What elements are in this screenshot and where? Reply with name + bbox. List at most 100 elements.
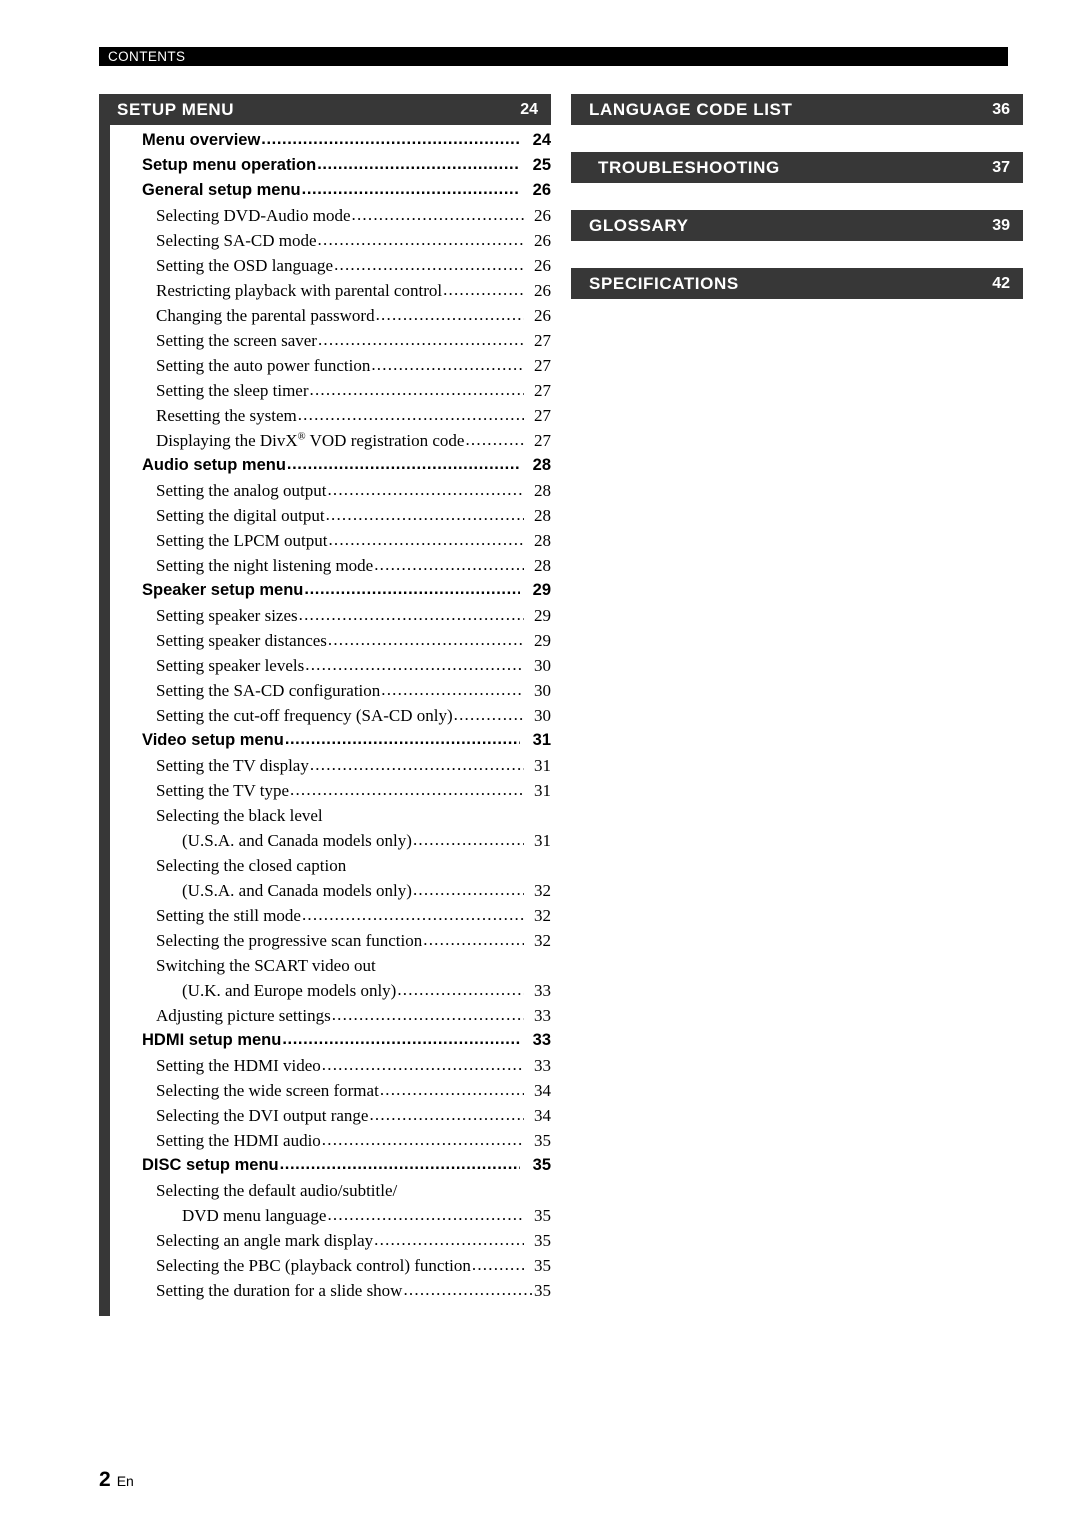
- right-section: LANGUAGE CODE LIST 36: [571, 94, 1023, 125]
- toc-entry[interactable]: Audio setup menu........................…: [110, 455, 551, 481]
- toc-entry[interactable]: Selecting DVD-Audio mode................…: [110, 205, 551, 231]
- toc-entry-text: Changing the parental password: [156, 306, 375, 325]
- left-vertical-rule: [99, 125, 110, 1316]
- toc-entry-text: Selecting the default audio/subtitle/: [156, 1181, 398, 1200]
- toc-entry[interactable]: Setting speaker sizes...................…: [110, 605, 551, 631]
- toc-entry[interactable]: (U.S.A. and Canada models only).........…: [110, 830, 551, 856]
- toc-entry-text: Setting the TV display: [156, 756, 309, 775]
- toc-entry[interactable]: Setting the still mode..................…: [110, 905, 551, 931]
- toc-entry[interactable]: Selecting the PBC (playback control) fun…: [110, 1255, 551, 1281]
- toc-leader-dots: ........................................…: [304, 580, 520, 598]
- toc-entry[interactable]: Adjusting picture settings..............…: [110, 1005, 551, 1031]
- toc-entry[interactable]: Setting the digital output..............…: [110, 505, 551, 531]
- toc-leader-dots: ........................................…: [327, 630, 524, 649]
- toc-leader-dots: ........................................…: [298, 605, 524, 624]
- section-bar-glossary[interactable]: GLOSSARY 39: [571, 210, 1023, 241]
- toc-entry[interactable]: Selecting the wide screen format........…: [110, 1080, 551, 1106]
- toc-entry[interactable]: Setting speaker distances...............…: [110, 630, 551, 656]
- section-bar-specifications[interactable]: SPECIFICATIONS 42: [571, 268, 1023, 299]
- toc-entry[interactable]: (U.K. and Europe models only)...........…: [110, 980, 551, 1006]
- toc-entry[interactable]: Video setup menu........................…: [110, 730, 551, 756]
- toc-entry[interactable]: Setting the sleep timer.................…: [110, 380, 551, 406]
- toc-entry-page: 24: [532, 131, 551, 149]
- toc-entry[interactable]: Switching the SCART video out...........…: [110, 956, 551, 981]
- section-bar-title: TROUBLESHOOTING: [598, 158, 780, 177]
- toc-entry[interactable]: General setup menu......................…: [110, 180, 551, 206]
- toc-entry-text: DVD menu language: [182, 1206, 327, 1225]
- toc-entry[interactable]: Setting the OSD language................…: [110, 255, 551, 281]
- toc-entry[interactable]: Selecting the black level...............…: [110, 806, 551, 831]
- toc-entry[interactable]: Setting the TV display..................…: [110, 755, 551, 781]
- toc-entry-page: 35: [534, 1281, 551, 1300]
- toc-entry-text: Selecting DVD-Audio mode: [156, 206, 351, 225]
- toc-entry-text: Setting the auto power function: [156, 356, 371, 375]
- toc-leader-dots: ........................................…: [301, 180, 520, 198]
- section-bar-troubleshooting[interactable]: TROUBLESHOOTING 37: [571, 152, 1023, 183]
- toc-entry[interactable]: Displaying the DivX® VOD registration co…: [110, 430, 551, 456]
- toc-entry[interactable]: Setting the SA-CD configuration.........…: [110, 680, 551, 706]
- toc-leader-dots: ........................................…: [279, 1155, 520, 1173]
- section-bar-setup-menu[interactable]: SETUP MENU 24: [99, 94, 551, 125]
- toc-entry[interactable]: Setting the HDMI audio..................…: [110, 1130, 551, 1156]
- toc-entry-text: Selecting the closed caption: [156, 856, 347, 875]
- toc-entry-text: Restricting playback with parental contr…: [156, 281, 443, 300]
- toc-entry-page: 32: [534, 906, 551, 925]
- toc-entry[interactable]: Changing the parental password..........…: [110, 305, 551, 331]
- toc-entry-text: General setup menu: [142, 181, 301, 199]
- registered-trademark-mark: ®: [297, 431, 306, 443]
- toc-entry[interactable]: Restricting playback with parental contr…: [110, 280, 551, 306]
- toc-entry[interactable]: Selecting the DVI output range..........…: [110, 1105, 551, 1131]
- toc-leader-dots: ........................................…: [327, 1205, 524, 1224]
- toc-entry[interactable]: Menu overview...........................…: [110, 130, 551, 156]
- toc-entry[interactable]: Setting the night listening mode........…: [110, 555, 551, 581]
- toc-entry[interactable]: Selecting SA-CD mode....................…: [110, 230, 551, 256]
- toc-entry[interactable]: Setting the TV type.....................…: [110, 780, 551, 806]
- toc-leader-dots: ........................................…: [465, 430, 524, 449]
- toc-entry-text: Setting the analog output: [156, 481, 327, 500]
- footer-language-code: En: [116, 1473, 134, 1489]
- toc-entry-page: 28: [532, 456, 551, 474]
- toc-entry-text: Setting the sleep timer: [156, 381, 309, 400]
- section-bar-language-code-list[interactable]: LANGUAGE CODE LIST 36: [571, 94, 1023, 125]
- section-bar-title: SETUP MENU: [117, 100, 235, 119]
- toc-entry[interactable]: Selecting the progressive scan function.…: [110, 930, 551, 956]
- toc-entry-page: 29: [534, 631, 551, 650]
- toc-entry[interactable]: Setting the LPCM output.................…: [110, 530, 551, 556]
- toc-entry-page: 26: [534, 256, 551, 275]
- toc-entry[interactable]: (U.S.A. and Canada models only).........…: [110, 880, 551, 906]
- toc-entry-text: Setting speaker levels: [156, 656, 305, 675]
- toc-leader-dots: ........................................…: [334, 255, 524, 274]
- toc-entry[interactable]: Setting the cut-off frequency (SA-CD onl…: [110, 705, 551, 731]
- toc-entry[interactable]: Resetting the system....................…: [110, 405, 551, 431]
- toc-entry-page: 29: [534, 606, 551, 625]
- toc-entry-page: 34: [534, 1081, 551, 1100]
- toc-entry[interactable]: Setting the duration for a slide show...…: [110, 1280, 551, 1306]
- toc-entry[interactable]: DVD menu language.......................…: [110, 1205, 551, 1231]
- toc-entry[interactable]: HDMI setup menu.........................…: [110, 1030, 551, 1056]
- section-bar-page: 37: [992, 158, 1010, 176]
- toc-entry[interactable]: Setting the HDMI video..................…: [110, 1055, 551, 1081]
- toc-entry[interactable]: Setting speaker levels..................…: [110, 655, 551, 681]
- toc-leader-dots: ........................................…: [309, 755, 524, 774]
- right-section: SPECIFICATIONS 42: [571, 268, 1023, 299]
- toc-entry-text: Selecting the PBC (playback control) fun…: [156, 1256, 471, 1275]
- toc-entry-text: Setting speaker distances: [156, 631, 327, 650]
- toc-entry[interactable]: DISC setup menu.........................…: [110, 1155, 551, 1181]
- toc-entry-text: Setting the duration for a slide show: [156, 1281, 403, 1300]
- section-bar-title: SPECIFICATIONS: [589, 274, 739, 293]
- section-bar-page: 39: [992, 216, 1010, 234]
- toc-entry[interactable]: Setting the screen saver................…: [110, 330, 551, 356]
- toc-entry-text: (U.S.A. and Canada models only): [182, 881, 412, 900]
- toc-entry[interactable]: Setting the auto power function.........…: [110, 355, 551, 381]
- toc-entry-text: Selecting SA-CD mode: [156, 231, 317, 250]
- toc-entry-page: 35: [534, 1231, 551, 1250]
- toc-leader-dots: ........................................…: [412, 830, 524, 849]
- toc-entry[interactable]: Selecting the closed caption............…: [110, 856, 551, 881]
- toc-entry[interactable]: Speaker setup menu......................…: [110, 580, 551, 606]
- toc-entry[interactable]: Setting the analog output...............…: [110, 480, 551, 506]
- toc-entry-text: Audio setup menu: [142, 456, 286, 474]
- toc-entry[interactable]: Selecting the default audio/subtitle/...…: [110, 1181, 551, 1206]
- toc-entry[interactable]: Selecting an angle mark display.........…: [110, 1230, 551, 1256]
- toc-leader-dots: ........................................…: [381, 680, 524, 699]
- toc-entry[interactable]: Setup menu operation....................…: [110, 155, 551, 181]
